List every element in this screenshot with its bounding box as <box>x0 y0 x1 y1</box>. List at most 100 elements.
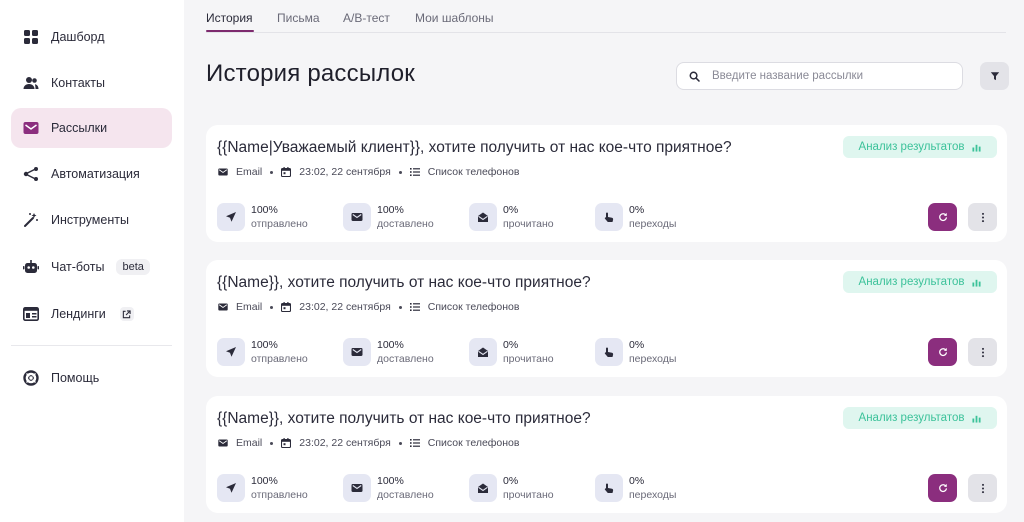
mailing-card: {{Name|Уважаемый клиент}}, хотите получи… <box>206 125 1007 242</box>
tab-history[interactable]: История <box>206 11 253 25</box>
tab-letters[interactable]: Письма <box>277 11 320 25</box>
stat-value: 100% <box>377 203 404 216</box>
more-options-button[interactable] <box>968 474 997 502</box>
stat-icon-box <box>217 203 245 231</box>
sidebar-item-tools[interactable]: Инструменты <box>11 200 172 240</box>
stat-label: доставлено <box>377 352 434 365</box>
resend-button[interactable] <box>928 474 957 502</box>
mailing-channel: Email <box>236 301 263 313</box>
beta-badge: beta <box>116 259 150 275</box>
bar-chart-icon <box>972 279 982 287</box>
filter-icon <box>990 72 999 81</box>
mailing-datetime: 23:02, 22 сентября <box>299 166 391 178</box>
separator-dot <box>398 305 402 309</box>
send-icon <box>226 212 236 222</box>
stat-label: отправлено <box>251 217 308 230</box>
separator-dot <box>398 170 402 174</box>
mailing-card: {{Name}}, хотите получить от нас кое-что… <box>206 396 1007 513</box>
mailing-title[interactable]: {{Name}}, хотите получить от нас кое-что… <box>217 410 591 428</box>
sidebar-item-landings[interactable]: Лендинги <box>11 294 172 334</box>
stat-value: 100% <box>251 203 278 216</box>
stat-value: 0% <box>629 338 645 351</box>
dashboard-icon <box>23 29 39 45</box>
active-tab-indicator <box>206 30 254 32</box>
sidebar-divider <box>11 345 172 346</box>
stat-clicks: 0% переходы <box>595 203 676 231</box>
mailing-datetime: 23:02, 22 сентября <box>299 301 391 313</box>
stat-value: 100% <box>251 338 278 351</box>
send-icon <box>226 483 236 493</box>
open-envelope-icon <box>478 347 488 357</box>
stat-value: 100% <box>377 474 404 487</box>
tab-my-templates[interactable]: Мои шаблоны <box>415 11 494 25</box>
stat-value: 0% <box>503 474 519 487</box>
sidebar-item-label: Лендинги <box>51 307 106 321</box>
stat-label: прочитано <box>503 352 554 365</box>
analysis-results-button[interactable]: Анализ результатов <box>843 407 997 429</box>
list-icon <box>409 439 420 447</box>
automation-icon <box>23 166 39 182</box>
tab-ab-test[interactable]: A/B-тест <box>343 11 390 25</box>
envelope-icon <box>351 484 363 492</box>
mailing-title[interactable]: {{Name|Уважаемый клиент}}, хотите получи… <box>217 139 732 157</box>
mailing-list-name: Список телефонов <box>427 166 520 178</box>
refresh-icon <box>938 212 947 222</box>
resend-button[interactable] <box>928 338 957 366</box>
calendar-icon <box>281 438 292 448</box>
stat-delivered: 100% доставлено <box>343 203 434 231</box>
analysis-results-label: Анализ результатов <box>858 276 965 288</box>
stat-label: прочитано <box>503 488 554 501</box>
filter-button[interactable] <box>980 62 1009 90</box>
mailing-meta: Email 23:02, 22 сентября Список телефоно… <box>218 437 519 449</box>
pointer-hand-icon <box>604 483 614 493</box>
bar-chart-icon <box>972 144 982 152</box>
calendar-icon <box>281 302 292 312</box>
sidebar-item-label: Помощь <box>51 371 100 385</box>
external-link-icon[interactable] <box>119 307 134 321</box>
pointer-hand-icon <box>604 347 614 357</box>
email-icon <box>218 303 228 311</box>
search-input[interactable] <box>712 70 942 82</box>
sidebar-item-contacts[interactable]: Контакты <box>11 63 172 103</box>
stat-icon-box <box>217 338 245 366</box>
mailing-card: {{Name}}, хотите получить от нас кое-что… <box>206 260 1007 377</box>
sidebar-item-label: Инструменты <box>51 213 129 227</box>
resend-button[interactable] <box>928 203 957 231</box>
analysis-results-button[interactable]: Анализ результатов <box>843 271 997 293</box>
stat-icon-box <box>343 474 371 502</box>
email-icon <box>218 168 228 176</box>
tools-icon <box>23 212 39 228</box>
sidebar-item-label: Контакты <box>51 76 105 90</box>
stat-icon-box <box>343 338 371 366</box>
stat-label: переходы <box>629 488 677 501</box>
sidebar-item-chatbots[interactable]: Чат-боты beta <box>11 247 172 287</box>
stat-sent: 100% отправлено <box>217 474 308 502</box>
list-icon <box>409 303 420 311</box>
calendar-icon <box>281 167 292 177</box>
sidebar-item-label: Дашборд <box>51 30 105 44</box>
email-icon <box>218 439 228 447</box>
separator-dot <box>270 305 274 309</box>
mailing-title[interactable]: {{Name}}, хотите получить от нас кое-что… <box>217 274 591 292</box>
sidebar-item-label: Чат-боты <box>51 260 105 274</box>
sidebar-item-label: Рассылки <box>51 121 108 135</box>
sidebar-item-automation[interactable]: Автоматизация <box>11 154 172 194</box>
stat-clicks: 0% переходы <box>595 474 676 502</box>
sidebar-item-help[interactable]: Помощь <box>11 358 172 398</box>
stat-value: 100% <box>377 338 404 351</box>
stat-icon-box <box>595 338 623 366</box>
stat-label: переходы <box>629 217 677 230</box>
stat-value: 0% <box>503 203 519 216</box>
more-options-button[interactable] <box>968 203 997 231</box>
sidebar-item-dashboard[interactable]: Дашборд <box>11 17 172 57</box>
analysis-results-button[interactable]: Анализ результатов <box>843 136 997 158</box>
more-options-button[interactable] <box>968 338 997 366</box>
analysis-results-label: Анализ результатов <box>858 412 965 424</box>
landing-icon <box>23 306 39 322</box>
sidebar-item-mailings[interactable]: Рассылки <box>11 108 172 148</box>
mailing-list-name: Список телефонов <box>427 301 520 313</box>
stat-icon-box <box>469 203 497 231</box>
send-icon <box>226 347 236 357</box>
separator-dot <box>270 441 274 445</box>
stat-label: переходы <box>629 352 677 365</box>
